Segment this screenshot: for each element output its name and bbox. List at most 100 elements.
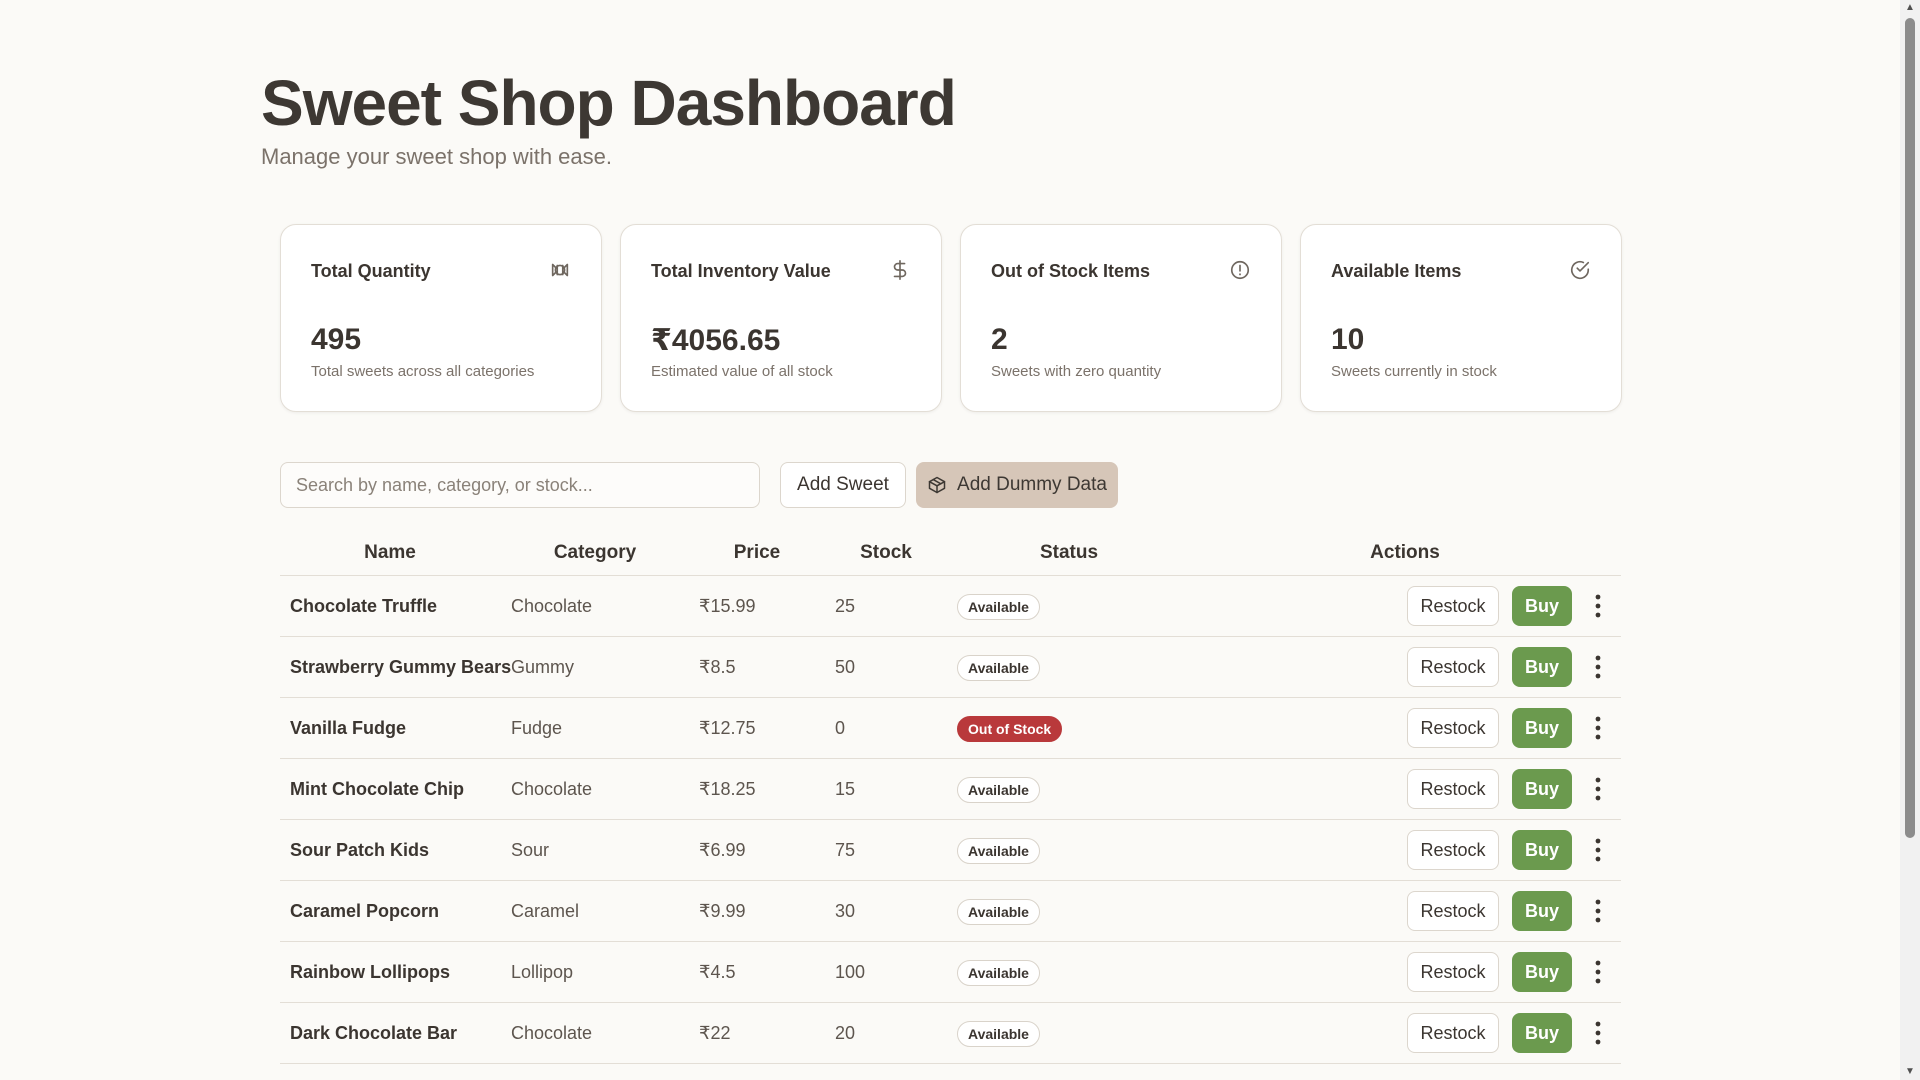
sweet-category: Fudge	[511, 718, 563, 738]
sweet-price: ₹4.5	[699, 962, 736, 982]
add-sweet-button[interactable]: Add Sweet	[780, 462, 906, 508]
card-title: Total Quantity	[311, 261, 431, 281]
sweet-stock: 100	[835, 962, 866, 982]
search-input[interactable]	[280, 462, 760, 508]
header-actions: Actions	[1370, 542, 1440, 563]
status-badge: Available	[957, 594, 1040, 620]
card-value: ₹4056.65	[651, 324, 781, 357]
header-status: Status	[1039, 542, 1099, 563]
sweet-price: ₹8.5	[699, 657, 736, 677]
status-badge: Available	[957, 1021, 1040, 1047]
sweet-price: ₹6.99	[699, 840, 746, 860]
buy-button[interactable]: Buy	[1512, 769, 1572, 809]
table-row: Vanilla Fudge Fudge ₹12.75 0 Out of Stock Res…	[280, 698, 1621, 759]
more-options-button[interactable]	[1580, 893, 1616, 929]
sweet-category: Chocolate	[511, 596, 593, 616]
restock-button[interactable]: Restock	[1407, 708, 1499, 748]
table-row: Mint Chocolate Chip Chocolate ₹18.25 15 Avai…	[280, 759, 1621, 820]
sweets-table: Name Category Price Stock Status Actions…	[280, 536, 1621, 1064]
table-row: Rainbow Lollipops Lollipop ₹4.5 100 Availabl…	[280, 942, 1621, 1003]
card-description: Total sweets across all categories	[311, 363, 535, 380]
sweet-name: Mint Chocolate Chip	[290, 779, 464, 799]
card-title: Available Items	[1331, 261, 1462, 281]
card-value: 495	[311, 323, 362, 356]
sweet-price: ₹22	[699, 1023, 731, 1043]
status-badge: Available	[957, 777, 1040, 803]
buy-button[interactable]: Buy	[1512, 708, 1572, 748]
sweet-price: ₹9.99	[699, 901, 746, 921]
card-title: Total Inventory Value	[651, 261, 831, 281]
header-price: Price	[733, 542, 781, 563]
sweet-name: Dark Chocolate Bar	[290, 1023, 458, 1043]
buy-button[interactable]: Buy	[1512, 586, 1572, 626]
sweet-name: Rainbow Lollipops	[290, 962, 450, 982]
restock-button[interactable]: Restock	[1407, 830, 1499, 870]
card-description: Estimated value of all stock	[651, 363, 833, 380]
sweet-price: ₹18.25	[699, 779, 756, 799]
card-value: 10	[1331, 323, 1365, 356]
card-out-of-stock: Out of Stock Items 2 Sweets with zero qu…	[960, 224, 1282, 412]
buy-button[interactable]: Buy	[1512, 1013, 1572, 1053]
buy-button[interactable]: Buy	[1512, 952, 1572, 992]
table-row: Strawberry Gummy Bears Gummy ₹8.5 50 Availab…	[280, 637, 1621, 698]
table-row: Dark Chocolate Bar Chocolate ₹22 20 Availabl…	[280, 1003, 1621, 1064]
buy-button[interactable]: Buy	[1512, 891, 1572, 931]
more-options-button[interactable]	[1580, 1015, 1616, 1051]
card-description: Sweets currently in stock	[1331, 363, 1497, 380]
scroll-up-arrow-icon[interactable]: ▲	[1904, 2, 1916, 14]
sweet-price: ₹12.75	[699, 718, 756, 738]
table-body: Chocolate Truffle Chocolate ₹15.99 25 Availa…	[280, 576, 1621, 1064]
candy-icon	[551, 263, 569, 277]
card-description: Sweets with zero quantity	[991, 363, 1162, 380]
more-options-button[interactable]	[1580, 954, 1616, 990]
more-options-button[interactable]	[1580, 771, 1616, 807]
sweet-name: Strawberry Gummy Bears	[290, 657, 512, 677]
sweet-name: Chocolate Truffle	[290, 596, 438, 616]
restock-button[interactable]: Restock	[1407, 952, 1499, 992]
sweet-stock: 25	[835, 596, 856, 616]
more-options-button[interactable]	[1580, 832, 1616, 868]
restock-button[interactable]: Restock	[1407, 586, 1499, 626]
status-badge: Out of Stock	[957, 716, 1063, 742]
header-stock: Stock	[860, 542, 912, 563]
alert-circle-icon	[1230, 260, 1250, 280]
scroll-down-arrow-icon[interactable]: ▼	[1904, 1066, 1916, 1078]
card-total-inventory-value: Total Inventory Value ₹4056.65 Estimated…	[620, 224, 942, 412]
more-options-button[interactable]	[1580, 588, 1616, 624]
table-row: Caramel Popcorn Caramel ₹9.99 30 Available Re…	[280, 881, 1621, 942]
more-vertical-icon	[1595, 1021, 1601, 1045]
sweet-price: ₹15.99	[699, 596, 756, 616]
sweet-category: Lollipop	[511, 962, 574, 982]
card-total-quantity: Total Quantity 495 Total sweets across a…	[280, 224, 602, 412]
restock-button[interactable]: Restock	[1407, 769, 1499, 809]
status-badge: Available	[957, 960, 1040, 986]
sweet-category: Chocolate	[511, 779, 593, 799]
header-category: Category	[553, 542, 637, 563]
sweet-name: Caramel Popcorn	[290, 901, 440, 921]
more-vertical-icon	[1595, 716, 1601, 740]
toolbar: Add Sweet Add Dummy Data	[280, 462, 1180, 508]
buy-button[interactable]: Buy	[1512, 647, 1572, 687]
more-vertical-icon	[1595, 960, 1601, 984]
more-vertical-icon	[1595, 655, 1601, 679]
buy-button[interactable]: Buy	[1512, 830, 1572, 870]
restock-button[interactable]: Restock	[1407, 1013, 1499, 1053]
more-options-button[interactable]	[1580, 710, 1616, 746]
sweet-category: Gummy	[511, 657, 574, 677]
dollar-icon	[893, 260, 907, 280]
package-icon	[928, 476, 946, 494]
restock-button[interactable]: Restock	[1407, 647, 1499, 687]
sweet-category: Caramel	[511, 901, 580, 921]
add-dummy-data-button[interactable]: Add Dummy Data	[916, 462, 1118, 508]
more-vertical-icon	[1595, 838, 1601, 862]
status-badge: Available	[957, 899, 1040, 925]
sweet-category: Sour	[511, 840, 550, 860]
scroll-thumb[interactable]	[1905, 18, 1915, 838]
more-vertical-icon	[1595, 594, 1601, 618]
more-options-button[interactable]	[1580, 649, 1616, 685]
sweet-stock: 15	[835, 779, 856, 799]
sweet-stock: 30	[835, 901, 856, 921]
check-circle-icon	[1570, 261, 1590, 279]
page-scrollbar[interactable]: ▲ ▼	[1900, 0, 1920, 1080]
restock-button[interactable]: Restock	[1407, 891, 1499, 931]
